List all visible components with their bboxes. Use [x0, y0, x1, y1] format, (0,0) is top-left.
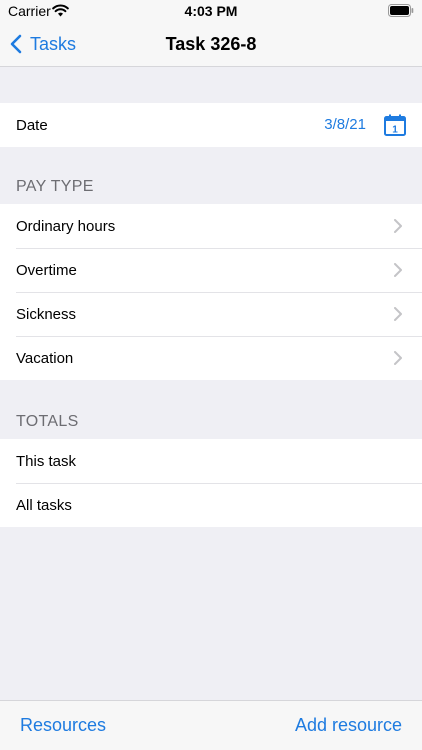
date-row[interactable]: Date 3/8/21 1 [0, 103, 422, 147]
pay-type-label: Overtime [16, 261, 77, 279]
totals-header: TOTALS [16, 413, 79, 430]
navigation-bar: Tasks Task 326-8 [0, 22, 422, 67]
pay-type-label: Ordinary hours [16, 217, 116, 235]
calendar-day-number: 1 [392, 125, 398, 136]
totals-row[interactable]: This task [0, 439, 422, 483]
add-resource-button[interactable]: Add resource [295, 701, 402, 750]
date-group: Date 3/8/21 1 [0, 103, 422, 147]
date-value[interactable]: 3/8/21 [324, 103, 366, 147]
totals-list: This task All tasks [0, 439, 422, 527]
totals-row[interactable]: All tasks [0, 483, 422, 527]
status-time: 4:03 PM [184, 3, 238, 19]
page-title: Task 326-8 [165, 34, 257, 54]
totals-label: This task [16, 452, 77, 470]
battery-icon [388, 4, 414, 22]
pay-type-row[interactable]: Sickness [0, 292, 422, 336]
pay-type-row[interactable]: Overtime [0, 248, 422, 292]
chevron-right-icon [394, 307, 402, 325]
pay-type-row[interactable]: Ordinary hours [0, 204, 422, 248]
chevron-right-icon [394, 219, 402, 237]
pay-type-row[interactable]: Vacation [0, 336, 422, 380]
pay-type-label: Vacation [16, 349, 74, 367]
date-label: Date [16, 116, 48, 134]
resources-button[interactable]: Resources [20, 701, 106, 750]
bottom-toolbar: Resources Add resource [0, 700, 422, 750]
status-bar: Carrier 4:03 PM [0, 0, 422, 22]
calendar-icon[interactable]: 1 [384, 114, 406, 140]
chevron-right-icon [394, 351, 402, 369]
totals-label: All tasks [16, 496, 72, 514]
chevron-right-icon [394, 263, 402, 281]
pay-type-header: PAY TYPE [16, 178, 94, 195]
pay-type-list: Ordinary hours Overtime Sickness Vacatio… [0, 204, 422, 380]
pay-type-label: Sickness [16, 305, 77, 323]
